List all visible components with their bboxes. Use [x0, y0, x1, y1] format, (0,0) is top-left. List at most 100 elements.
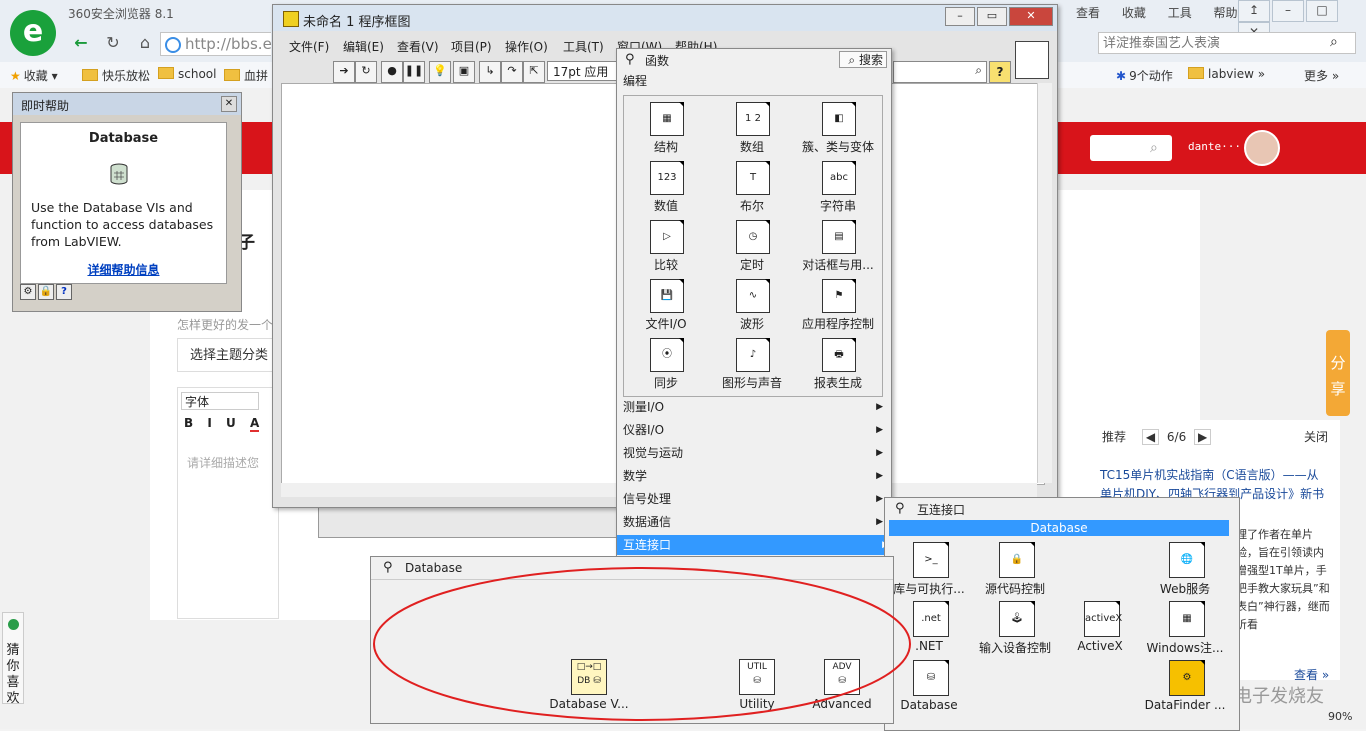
retain-wire-values-icon[interactable]: ▣	[453, 61, 475, 83]
palette-item-activex[interactable]: activeX ActiveX	[1058, 599, 1142, 657]
context-help-icon[interactable]: ?	[989, 61, 1011, 83]
url-input[interactable]: http://bbs.e	[160, 32, 272, 56]
palette-item-cluster[interactable]: ◧ 簇、类与变体	[796, 98, 880, 156]
palette-item-app-control[interactable]: ⚑ 应用程序控制	[796, 275, 880, 333]
bookmark-more[interactable]: 更多 »	[1304, 67, 1339, 84]
functions-palette-titlebar[interactable]: ⚲ 函数 ⌕ 搜索	[617, 49, 891, 71]
italic-button[interactable]: I	[207, 416, 211, 430]
palette-item-numeric[interactable]: 123 数值	[624, 157, 708, 215]
pin-icon[interactable]: ⚲	[895, 501, 905, 516]
palette-item-windows-registry[interactable]: ▦ Windows注...	[1143, 599, 1227, 657]
menu-operate[interactable]: 操作(O)	[505, 38, 548, 55]
pin-icon[interactable]: ↥	[1238, 0, 1270, 22]
refresh-icon[interactable]: ↻	[102, 32, 124, 54]
close-recommend-button[interactable]: 关闭	[1304, 428, 1328, 445]
bookmark-folder[interactable]: 快乐放松	[82, 67, 150, 84]
category-connectivity[interactable]: 互连接口▶	[617, 535, 891, 555]
search-icon[interactable]: ⌕	[1330, 34, 1338, 50]
share-button[interactable]: 分享	[1326, 330, 1350, 416]
palette-item-report[interactable]: 🖶 报表生成	[796, 334, 880, 392]
menu-help[interactable]: 帮助	[1214, 6, 1238, 20]
zoom-level[interactable]: 90%	[1328, 710, 1352, 723]
close-icon[interactable]: ✕	[221, 96, 237, 112]
category-signal-processing[interactable]: 信号处理 ▶	[623, 489, 885, 509]
palette-item-comparison[interactable]: ▷ 比较	[624, 216, 708, 274]
user-name[interactable]: dante···	[1188, 140, 1241, 153]
category-mathematics[interactable]: 数学 ▶	[623, 466, 885, 486]
vi-connector-icon[interactable]	[1015, 41, 1049, 79]
abort-icon[interactable]: ●	[381, 61, 403, 83]
menu-project[interactable]: 项目(P)	[451, 38, 492, 55]
font-select[interactable]: 17pt 应用程	[547, 61, 621, 99]
lock-icon[interactable]: 🔒	[38, 284, 54, 300]
menu-file[interactable]: 文件(F)	[289, 38, 329, 55]
maximize-button[interactable]: □	[1306, 0, 1338, 22]
help-titlebar[interactable]: 即时帮助 ✕	[13, 93, 241, 115]
connectivity-titlebar[interactable]: ⚲ 互连接口	[885, 498, 1239, 520]
menu-favorites[interactable]: 收藏	[1122, 6, 1146, 20]
question-icon[interactable]: ?	[56, 284, 72, 300]
pin-icon[interactable]: ⚲	[625, 52, 635, 67]
category-measurement-io[interactable]: 测量I/O ▶	[623, 397, 885, 417]
minimize-button[interactable]: –	[945, 7, 975, 26]
bookmark-folder[interactable]: 血拼	[224, 67, 268, 84]
palette-item-array[interactable]: 1 2 数组	[710, 98, 794, 156]
menu-view[interactable]: 查看(V)	[397, 38, 439, 55]
bookmark-actions[interactable]: ✱ 9个动作	[1116, 67, 1173, 84]
palette-item-file-io[interactable]: 💾 文件I/O	[624, 275, 708, 333]
detailed-help-link[interactable]: 详细帮助信息	[21, 261, 226, 278]
palette-item-string[interactable]: abc 字符串	[796, 157, 880, 215]
home-icon[interactable]: ⌂	[134, 32, 156, 54]
selected-database-row[interactable]: Database	[889, 520, 1229, 536]
more-link[interactable]: 查看 »	[1294, 666, 1329, 683]
palette-item-dialog[interactable]: ▤ 对话框与用...	[796, 216, 880, 274]
topic-select[interactable]: 选择主题分类	[177, 338, 277, 372]
close-button[interactable]: ✕	[1009, 7, 1053, 26]
search-input[interactable]: 详淀推泰国艺人表演	[1098, 32, 1356, 54]
menu-edit[interactable]: 编辑(E)	[343, 38, 384, 55]
bookmark-folder[interactable]: labview »	[1188, 67, 1265, 81]
font-color-button[interactable]: A	[249, 416, 260, 432]
minimize-button[interactable]: –	[1272, 0, 1304, 22]
menu-view[interactable]: 查看	[1076, 6, 1100, 20]
palette-item-boolean[interactable]: T 布尔	[710, 157, 794, 215]
palette-item-structures[interactable]: ▦ 结构	[624, 98, 708, 156]
palette-item-input-device[interactable]: 🕹 输入设备控制	[973, 599, 1057, 657]
category-vision-motion[interactable]: 视觉与运动 ▶	[623, 443, 885, 463]
next-icon[interactable]: ▶	[1194, 429, 1212, 445]
bookmark-favorites[interactable]: ★ 收藏 ▾	[10, 67, 58, 84]
category-instrument-io[interactable]: 仪器I/O ▶	[623, 420, 885, 440]
palette-item-waveform[interactable]: ∿ 波形	[710, 275, 794, 333]
show-optional-icon[interactable]: ⚙	[20, 284, 36, 300]
menu-tools[interactable]: 工具	[1168, 6, 1192, 20]
pause-icon[interactable]: ❚❚	[403, 61, 425, 83]
palette-item-source-control[interactable]: 🔒 源代码控制	[973, 540, 1057, 598]
bookmark-folder[interactable]: school	[158, 67, 216, 81]
vertical-scrollbar[interactable]	[1037, 83, 1052, 483]
run-continuous-icon[interactable]: ↻	[355, 61, 377, 83]
restore-button[interactable]: ▭	[977, 7, 1007, 26]
category-data-communication[interactable]: 数据通信 ▶	[623, 512, 885, 532]
palette-item-web-services[interactable]: 🌐 Web服务	[1143, 540, 1227, 598]
palette-item-datafinder[interactable]: ⚙ DataFinder ...	[1143, 658, 1227, 716]
avatar[interactable]	[1244, 130, 1280, 166]
palette-search-button[interactable]: ⌕ 搜索	[839, 51, 887, 68]
block-diagram-titlebar[interactable]: 未命名 1 程序框图 – ▭ ✕	[273, 5, 1057, 31]
search-icon[interactable]: ⌕	[975, 63, 982, 78]
step-over-icon[interactable]: ↷	[501, 61, 523, 83]
run-icon[interactable]: ➔	[333, 61, 355, 83]
back-icon[interactable]: ←	[70, 32, 92, 54]
step-out-icon[interactable]: ⇱	[523, 61, 545, 83]
highlight-execution-icon[interactable]: 💡	[429, 61, 451, 83]
category-header[interactable]: 编程	[623, 72, 647, 89]
guess-you-like-button[interactable]: 猜你喜欢	[2, 612, 24, 706]
step-into-icon[interactable]: ↳	[479, 61, 501, 83]
palette-item-graphics-sound[interactable]: ♪ 图形与声音	[710, 334, 794, 392]
bold-button[interactable]: B	[184, 416, 193, 430]
search-input[interactable]: ⌕	[893, 61, 987, 83]
site-search-input[interactable]	[1090, 135, 1172, 161]
prev-icon[interactable]: ◀	[1141, 429, 1160, 445]
palette-item-timing[interactable]: ◷ 定时	[710, 216, 794, 274]
underline-button[interactable]: U	[226, 416, 236, 430]
search-icon[interactable]: ⌕	[1150, 140, 1158, 156]
